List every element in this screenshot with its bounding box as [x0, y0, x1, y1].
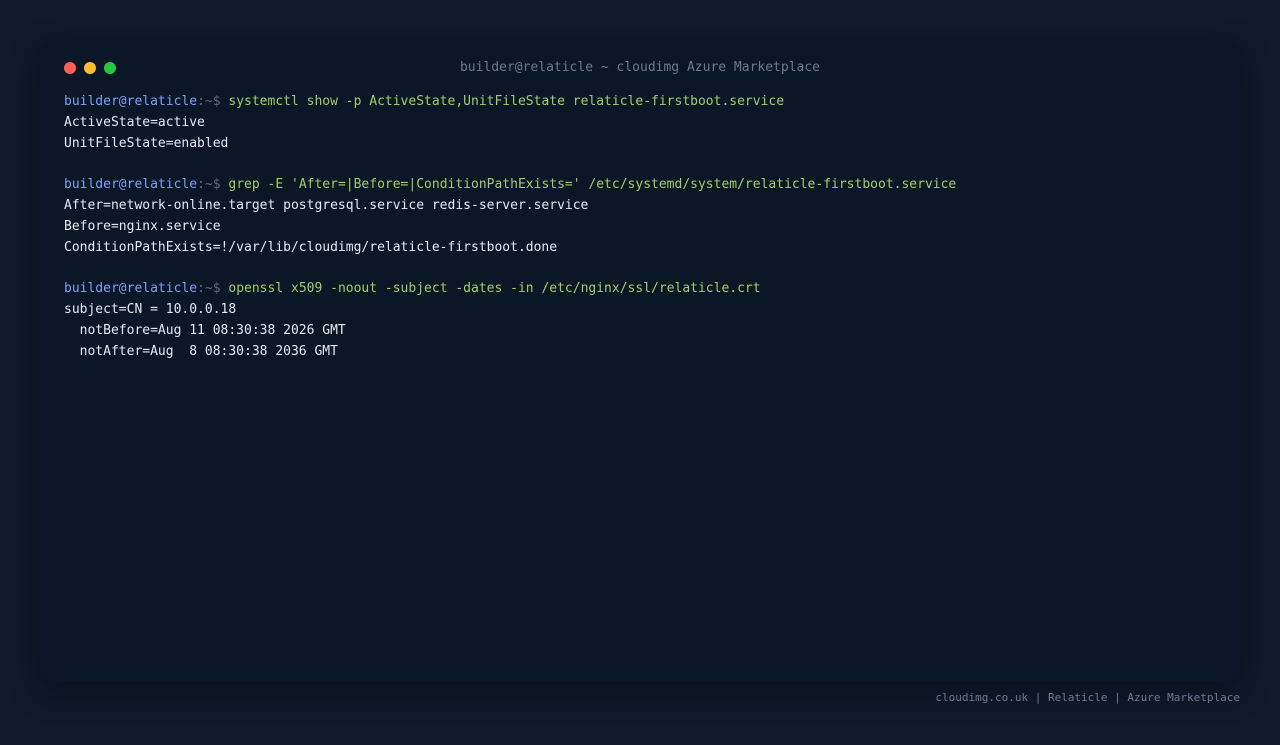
footer-caption: cloudimg.co.uk | Relaticle | Azure Marke…	[935, 691, 1240, 704]
terminal-output[interactable]: builder@relaticle:~$ systemctl show -p A…	[64, 92, 1216, 362]
prompt-user-host: builder@relaticle	[64, 177, 198, 193]
title-bar: builder@relaticle ~ cloudimg Azure Marke…	[40, 40, 1240, 96]
prompt-line: builder@relaticle:~$ openssl x509 -noout…	[64, 279, 1216, 300]
window-title: builder@relaticle ~ cloudimg Azure Marke…	[459, 60, 821, 75]
prompt-path: :~$	[197, 177, 221, 193]
prompt-path: :~$	[197, 94, 221, 109]
command-text: grep -E 'After=|Before=|ConditionPathExi…	[228, 177, 957, 193]
prompt-user-host: builder@relaticle	[64, 281, 198, 297]
output-line: notAfter=Aug 8 08:30:38 2036 GMT	[64, 343, 338, 359]
output-line: Before=nginx.service	[64, 218, 221, 234]
prompt-path: :~$	[197, 281, 221, 297]
output-line: ActiveState=active	[64, 114, 205, 130]
output-line: subject=CN = 10.0.0.18	[64, 301, 237, 317]
command-text: openssl x509 -noout -subject -dates -in …	[228, 281, 761, 297]
prompt-line: builder@relaticle:~$ grep -E 'After=|Bef…	[64, 175, 1216, 196]
output-line: ConditionPathExists=!/var/lib/cloudimg/r…	[64, 239, 558, 255]
prompt-line: builder@relaticle:~$ systemctl show -p A…	[64, 92, 1216, 113]
command-text: systemctl show -p ActiveState,UnitFileSt…	[228, 94, 785, 109]
terminal-window: builder@relaticle ~ cloudimg Azure Marke…	[40, 40, 1240, 682]
output-line: After=network-online.target postgresql.s…	[64, 197, 589, 213]
output-line: notBefore=Aug 11 08:30:38 2026 GMT	[64, 322, 346, 338]
prompt-user-host: builder@relaticle	[64, 94, 198, 109]
output-line: UnitFileState=enabled	[64, 135, 229, 151]
